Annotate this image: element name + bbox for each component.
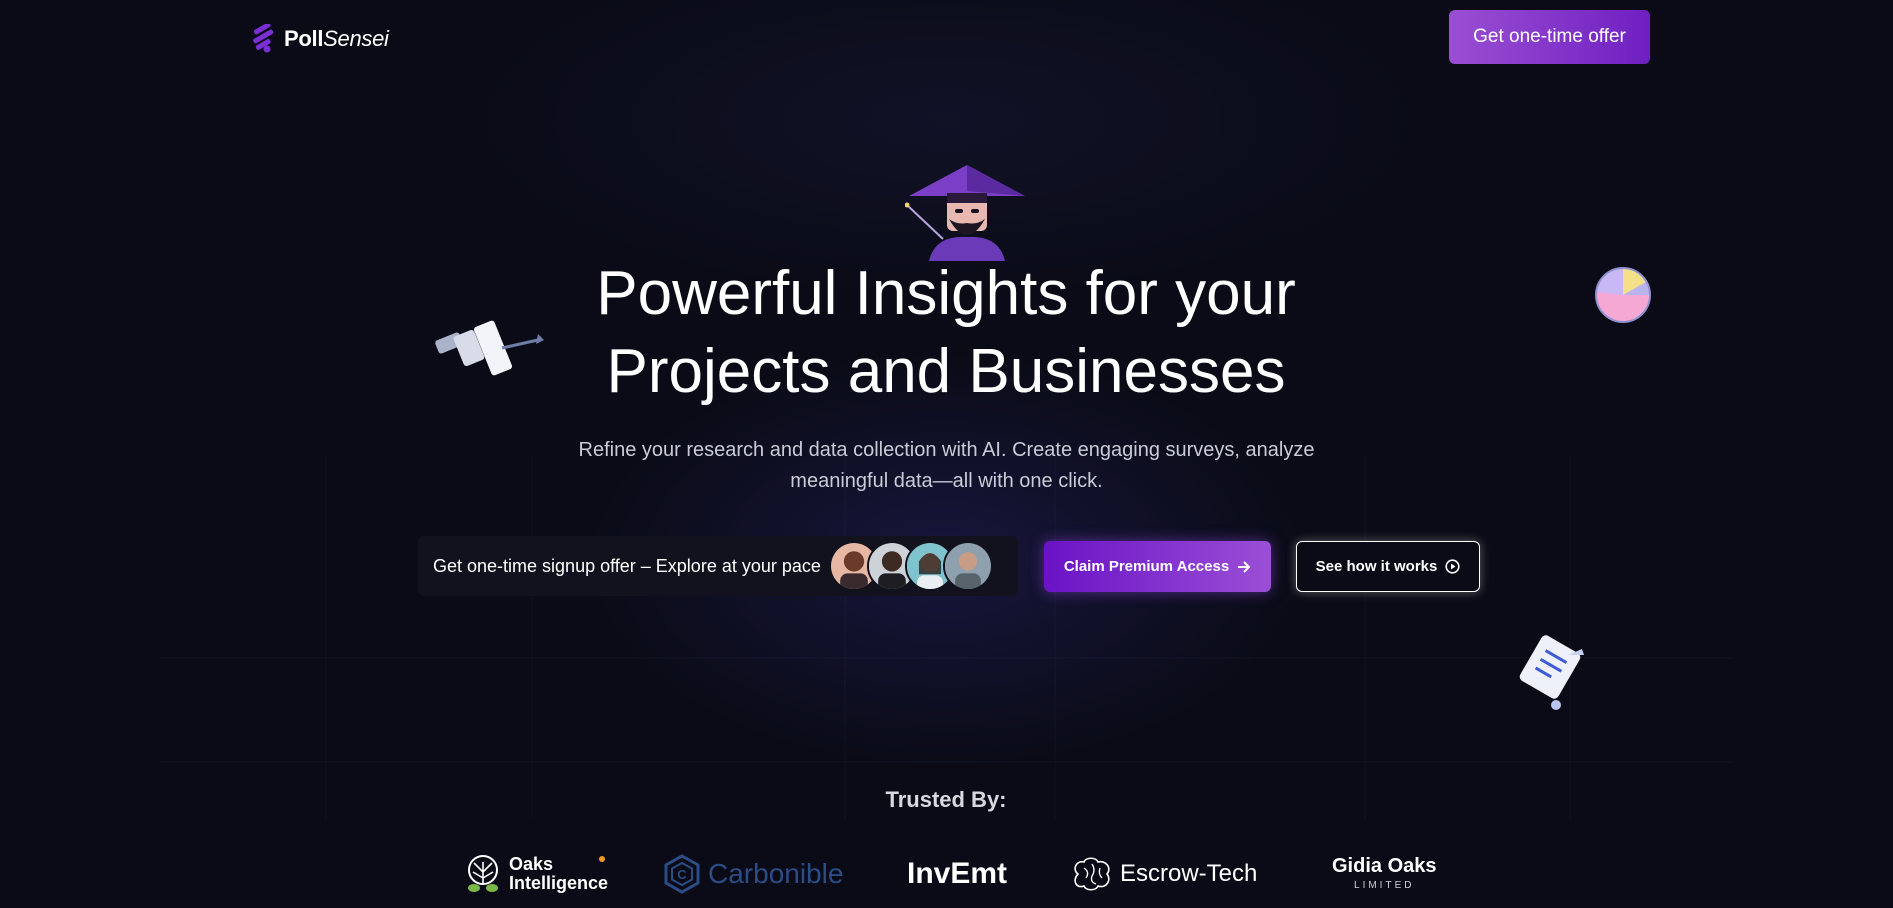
brand-escrow-tech[interactable]: Escrow-Tech [1070,856,1257,892]
signup-offer-text: Get one-time signup offer – Explore at y… [433,555,821,576]
hero-title-line2: Projects and Businesses [606,337,1286,406]
logo-mark-icon [253,24,274,53]
brain-icon [1074,857,1110,891]
oaks-line1: Oaks [509,854,554,874]
see-how-it-works-label: See how it works [1315,558,1438,575]
gidia-limited-text: LIMITED [1354,880,1415,891]
hero-title: Powerful Insights for your Projects and … [446,255,1446,411]
gidia-oaks-text: Gidia Oaks [1332,855,1437,877]
hero-subtitle: Refine your research and data collection… [530,435,1363,497]
logo-text: PollSensei [284,26,389,52]
brand-invemt[interactable]: InvEmt [907,857,1007,891]
oaks-line2: Intelligence [509,873,609,893]
get-offer-button[interactable]: Get one-time offer [1449,10,1650,64]
svg-text:C: C [677,867,687,882]
claim-premium-button[interactable]: Claim Premium Access [1044,541,1271,592]
see-how-it-works-button[interactable]: See how it works [1296,541,1480,592]
escrow-tech-text: Escrow-Tech [1120,860,1258,887]
hero-subtitle-line2: meaningful data—all with one click. [790,470,1103,492]
survey-clipboard-icon [1519,635,1584,710]
play-circle-icon [1445,559,1460,574]
pie-chart-icon [1595,267,1651,323]
avatar [942,541,993,591]
arrow-right-icon [1238,560,1251,573]
hero-subtitle-line1: Refine your research and data collection… [578,439,1315,461]
sensei-mascot [905,165,1025,261]
brand-oaks-intelligence[interactable]: Oaks Intelligence [463,854,608,894]
logo-text-bold: Poll [284,26,324,51]
signup-offer-pill: Get one-time signup offer – Explore at y… [418,536,1018,596]
brand-gidia-oaks[interactable]: Gidia Oaks LIMITED [1332,855,1437,891]
claim-premium-label: Claim Premium Access [1063,558,1230,575]
carbonible-icon: C [664,854,700,894]
logo[interactable]: PollSensei [250,24,389,54]
avatar-group [828,541,993,591]
carbonible-text: Carbonible [708,858,844,889]
oak-tree-icon [468,855,498,892]
invemt-text: InvEmt [907,857,1008,890]
oaks-dot [599,856,605,862]
trusted-by-heading: Trusted By: [885,787,1007,812]
hero-title-line1: Powerful Insights for your [596,259,1296,328]
brand-carbonible[interactable]: C Carbonible [662,854,843,894]
logo-text-light: Sensei [323,26,389,51]
